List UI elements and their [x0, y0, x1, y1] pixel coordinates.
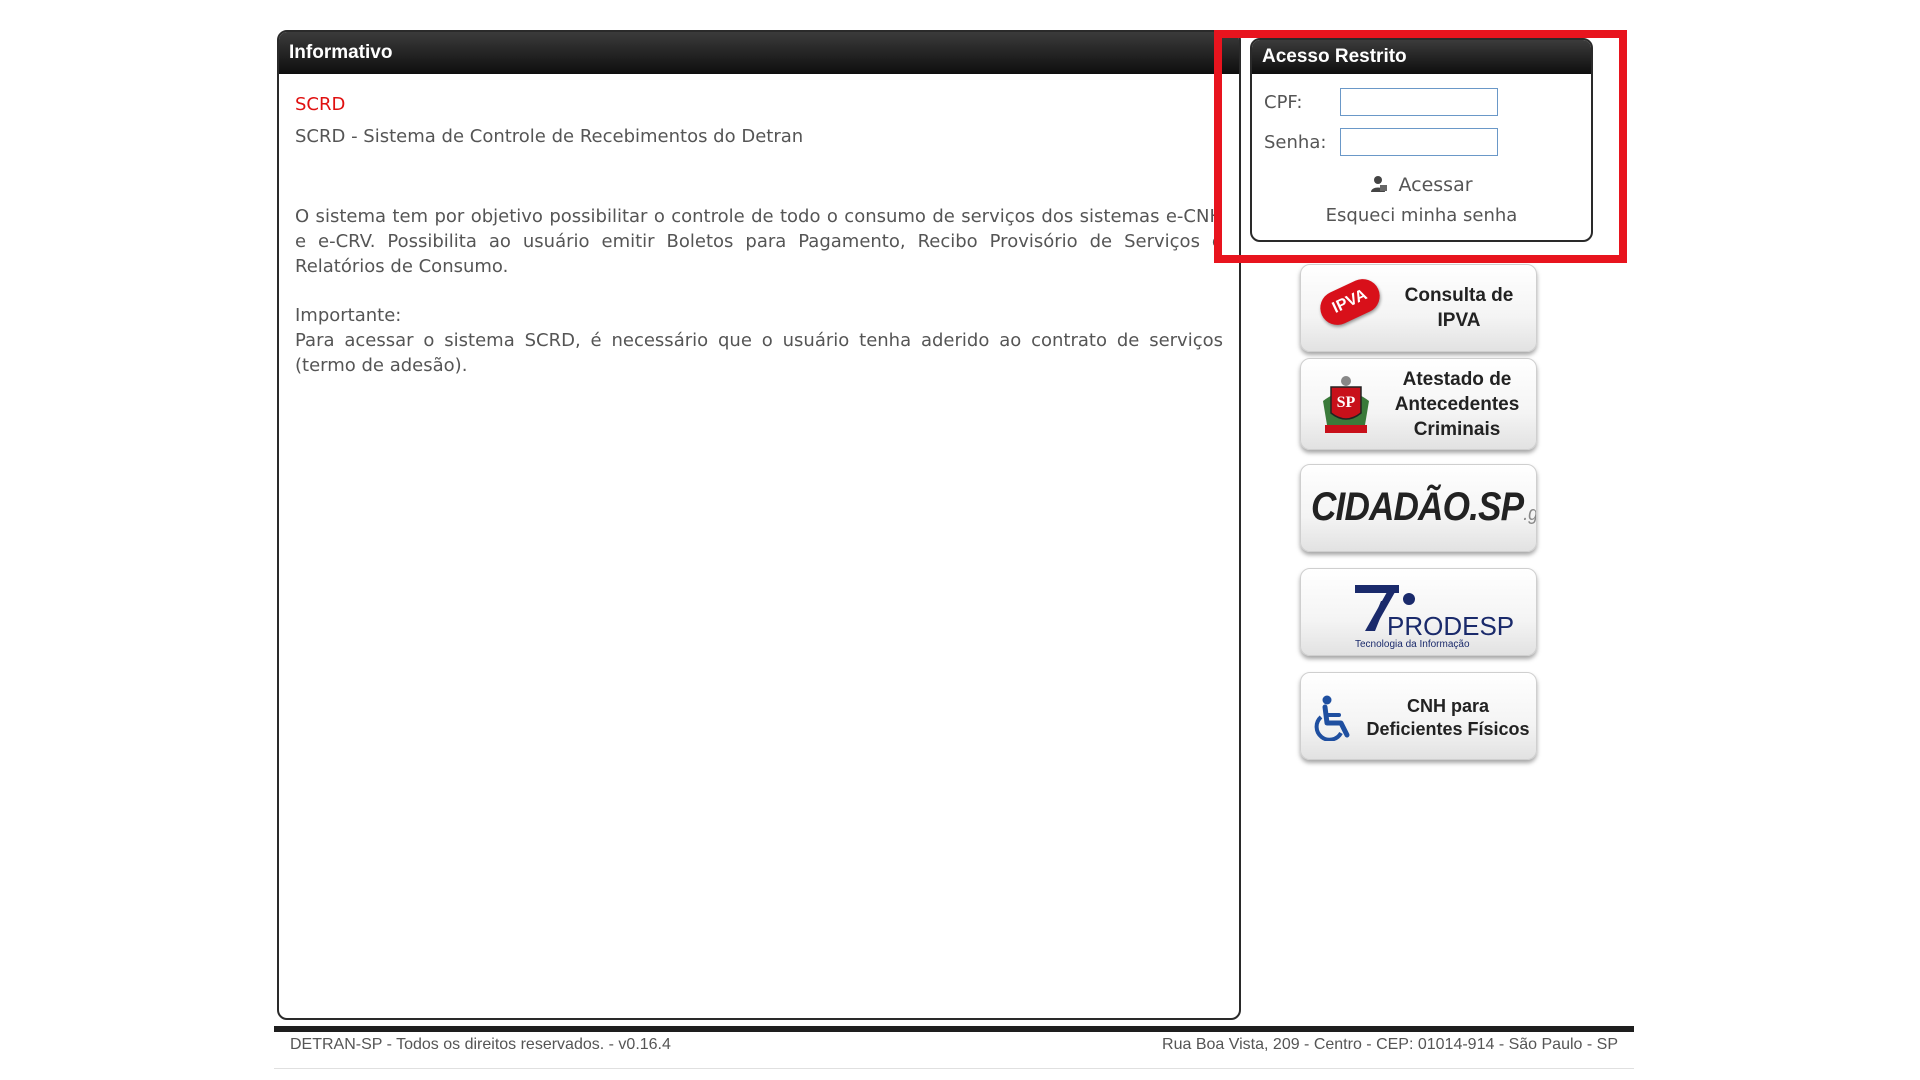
sp-seal-text: SP: [1337, 394, 1356, 411]
scrd-subtitle: SCRD - Sistema de Controle de Recebiment…: [295, 126, 804, 147]
consulta-ipva-line2: IPVA: [1437, 310, 1481, 331]
atestado-line2: Antecedentes: [1394, 394, 1520, 415]
sp-coat-of-arms-icon: SP: [1323, 376, 1369, 433]
atestado-label: Atestado de Antecedentes Criminais: [1381, 367, 1533, 442]
prodesp-button[interactable]: PRODESP Tecnologia da Informação: [1300, 568, 1537, 656]
consulta-ipva-button[interactable]: IPVA Consulta de IPVA: [1300, 264, 1537, 352]
cpf-input[interactable]: [1340, 88, 1498, 116]
cnh-line2: Deficientes Físicos: [1366, 719, 1530, 739]
cpf-label: CPF:: [1264, 91, 1303, 113]
cidadao-sp-logo-main: CIDADÃO.SP: [1311, 485, 1524, 529]
consulta-ipva-line1: Consulta de: [1404, 285, 1514, 306]
informativo-body: SCRD SCRD - Sistema de Controle de Receb…: [279, 74, 1239, 378]
user-lock-icon: [1371, 176, 1388, 192]
acessar-button[interactable]: Acessar: [1252, 174, 1591, 196]
senha-label: Senha:: [1264, 131, 1327, 153]
prodesp-wordmark: PRODESP: [1387, 611, 1515, 641]
cnh-line1: CNH para: [1406, 696, 1490, 716]
scrd-description: O sistema tem por objetivo possibilitar …: [295, 206, 1223, 277]
senha-row: Senha:: [1264, 128, 1498, 156]
footer: DETRAN-SP - Todos os direitos reservados…: [274, 1026, 1634, 1069]
important-text: Para acessar o sistema SCRD, é necessári…: [295, 330, 1223, 376]
prodesp-tagline: Tecnologia da Informação: [1355, 639, 1470, 650]
wheelchair-icon: [1314, 695, 1350, 741]
ipva-badge-icon: IPVA: [1314, 273, 1386, 331]
cidadao-sp-button[interactable]: CIDADÃO.SP.gov.br: [1300, 464, 1537, 552]
informativo-header: Informativo: [279, 32, 1239, 74]
acesso-restrito-panel: Acesso Restrito CPF: Senha: Acessar Esqu…: [1250, 38, 1593, 242]
cnh-deficientes-button[interactable]: CNH para Deficientes Físicos: [1300, 672, 1537, 760]
atestado-antecedentes-button[interactable]: SP Atestado de Antecedentes Criminais: [1300, 358, 1537, 450]
acessar-label: Acessar: [1398, 174, 1473, 196]
cidadao-sp-logo: CIDADÃO.SP.gov.br: [1311, 485, 1537, 530]
atestado-line1: Atestado de: [1402, 369, 1512, 390]
cnh-deficientes-label: CNH para Deficientes Físicos: [1361, 695, 1535, 741]
forgot-password-link[interactable]: Esqueci minha senha: [1252, 205, 1591, 226]
cidadao-sp-logo-suffix: .gov.br: [1523, 503, 1537, 525]
footer-copyright: DETRAN-SP - Todos os direitos reservados…: [290, 1036, 671, 1053]
footer-address: Rua Boa Vista, 209 - Centro - CEP: 01014…: [1162, 1036, 1618, 1053]
scrd-title: SCRD: [295, 94, 346, 115]
senha-input[interactable]: [1340, 128, 1498, 156]
acesso-restrito-header: Acesso Restrito: [1252, 40, 1591, 74]
informativo-panel: Informativo SCRD SCRD - Sistema de Contr…: [277, 30, 1241, 1020]
important-label: Importante:: [295, 305, 402, 326]
cpf-row: CPF:: [1264, 88, 1498, 116]
atestado-line3: Criminais: [1413, 419, 1501, 440]
consulta-ipva-label: Consulta de IPVA: [1389, 283, 1529, 333]
